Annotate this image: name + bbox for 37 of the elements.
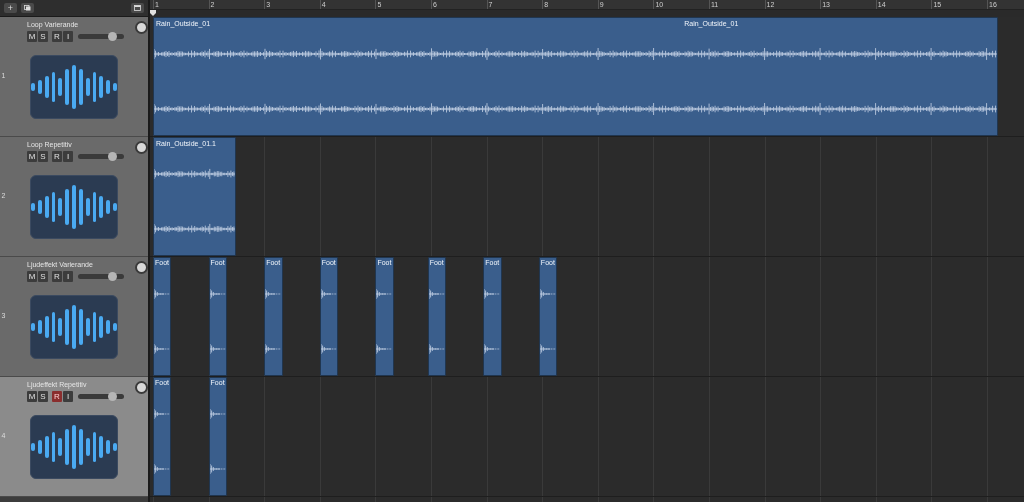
volume-thumb[interactable] bbox=[108, 32, 117, 41]
volume-slider[interactable] bbox=[78, 392, 124, 401]
add-track-button[interactable]: + bbox=[4, 3, 17, 13]
duplicate-track-button[interactable] bbox=[21, 3, 34, 13]
waveform-icon bbox=[30, 55, 118, 119]
track-button[interactable]: S bbox=[38, 391, 48, 402]
duplicate-icon bbox=[24, 5, 31, 11]
volume-thumb[interactable] bbox=[108, 272, 117, 281]
pan-knob[interactable] bbox=[135, 261, 148, 274]
track-button[interactable]: S bbox=[38, 151, 48, 162]
track-button[interactable]: I bbox=[63, 151, 73, 162]
track-button[interactable]: R bbox=[52, 391, 62, 402]
track-button[interactable]: M bbox=[27, 31, 37, 42]
volume-thumb[interactable] bbox=[108, 152, 117, 161]
track-button[interactable]: S bbox=[38, 271, 48, 282]
track-button[interactable]: M bbox=[27, 271, 37, 282]
track-button[interactable]: I bbox=[63, 31, 73, 42]
track-button[interactable]: R bbox=[52, 271, 62, 282]
track-button[interactable]: M bbox=[27, 391, 37, 402]
volume-slider[interactable] bbox=[78, 152, 124, 161]
track-button[interactable]: S bbox=[38, 31, 48, 42]
volume-thumb[interactable] bbox=[108, 392, 117, 401]
waveform-icon bbox=[30, 175, 118, 239]
pan-knob[interactable] bbox=[135, 21, 148, 34]
track-button[interactable]: M bbox=[27, 151, 37, 162]
track-button[interactable]: R bbox=[52, 31, 62, 42]
volume-slider[interactable] bbox=[78, 272, 124, 281]
waveform-icon bbox=[30, 295, 118, 359]
pan-knob[interactable] bbox=[135, 381, 148, 394]
track-button[interactable]: I bbox=[63, 271, 73, 282]
track-button[interactable]: I bbox=[63, 391, 73, 402]
volume-slider[interactable] bbox=[78, 32, 124, 41]
track-button[interactable]: R bbox=[52, 151, 62, 162]
window-icon bbox=[134, 5, 141, 11]
pan-knob[interactable] bbox=[135, 141, 148, 154]
view-button[interactable] bbox=[131, 3, 144, 13]
waveform-icon bbox=[30, 415, 118, 479]
